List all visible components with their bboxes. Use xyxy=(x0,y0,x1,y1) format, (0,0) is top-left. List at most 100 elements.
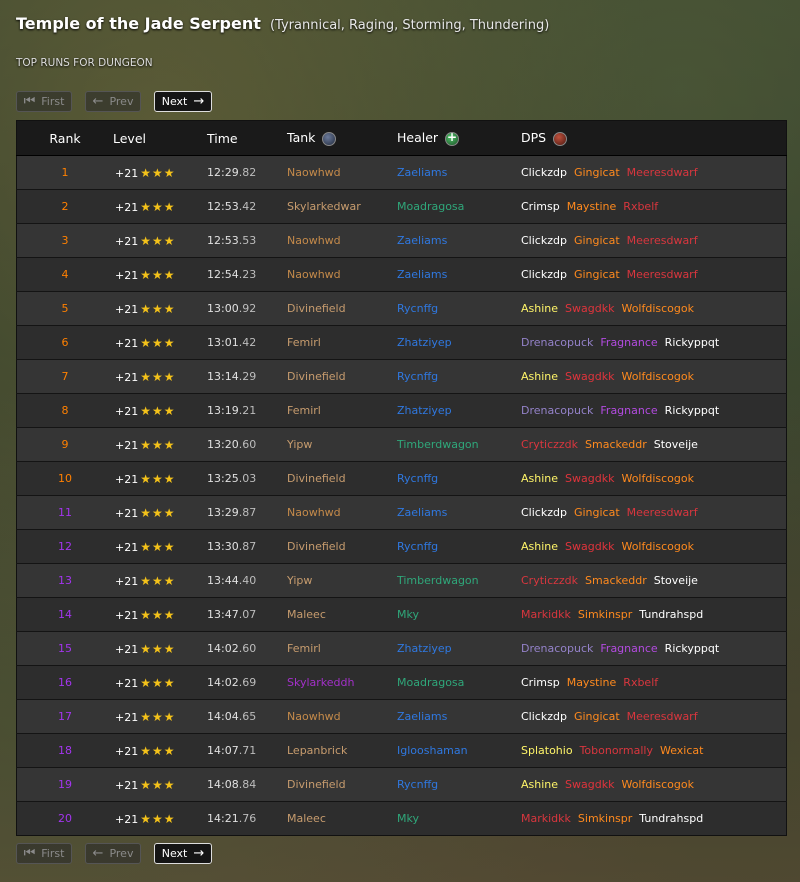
dps-player-link[interactable]: Cryticzzdk xyxy=(521,574,578,587)
dps-player-link[interactable]: Gingicat xyxy=(574,506,620,519)
dps-player-link[interactable]: Tundrahspd xyxy=(639,608,703,621)
dps-player-link[interactable]: Drenacopuck xyxy=(521,404,593,417)
healer-player-link[interactable]: Zaeliams xyxy=(397,166,447,179)
table-row[interactable]: 10 +21 ★★★ 13:25.03 Divinefield Rycnffg Ashine… xyxy=(16,461,787,496)
tank-player-link[interactable]: Divinefield xyxy=(287,540,346,553)
table-row[interactable]: 12 +21 ★★★ 13:30.87 Divinefield Rycnffg Ashine… xyxy=(16,529,787,564)
healer-player-link[interactable]: Mky xyxy=(397,812,419,825)
tank-player-link[interactable]: Yipw xyxy=(287,438,312,451)
dps-player-link[interactable]: Simkinspr xyxy=(578,812,632,825)
healer-player-link[interactable]: Mky xyxy=(397,608,419,621)
healer-player-link[interactable]: Timberdwagon xyxy=(397,574,479,587)
dps-player-link[interactable]: Swagdkk xyxy=(565,302,614,315)
dps-player-link[interactable]: Wolfdiscogok xyxy=(621,472,694,485)
tank-player-link[interactable]: Skylarkeddh xyxy=(287,676,354,689)
healer-player-link[interactable]: Rycnffg xyxy=(397,472,438,485)
dps-player-link[interactable]: Fragnance xyxy=(600,642,657,655)
tank-player-link[interactable]: Femirl xyxy=(287,642,321,655)
table-row[interactable]: 5 +21 ★★★ 13:00.92 Divinefield Rycnffg Ashine S… xyxy=(16,291,787,326)
next-page-button-bottom[interactable]: Next → xyxy=(154,843,212,864)
healer-player-link[interactable]: Timberdwagon xyxy=(397,438,479,451)
dps-player-link[interactable]: Markidkk xyxy=(521,812,571,825)
dps-player-link[interactable]: Clickzdp xyxy=(521,268,567,281)
tank-player-link[interactable]: Naowhwd xyxy=(287,234,341,247)
dps-player-link[interactable]: Swagdkk xyxy=(565,370,614,383)
dps-player-link[interactable]: Ashine xyxy=(521,370,558,383)
table-row[interactable]: 8 +21 ★★★ 13:19.21 Femirl Zhatziyep Drenacopuc… xyxy=(16,393,787,428)
dps-player-link[interactable]: Clickzdp xyxy=(521,234,567,247)
healer-player-link[interactable]: Zaeliams xyxy=(397,234,447,247)
dps-player-link[interactable]: Rickyppqt xyxy=(665,404,720,417)
tank-player-link[interactable]: Skylarkedwar xyxy=(287,200,361,213)
dps-player-link[interactable]: Fragnance xyxy=(600,404,657,417)
dps-player-link[interactable]: Ashine xyxy=(521,472,558,485)
dps-player-link[interactable]: Simkinspr xyxy=(578,608,632,621)
tank-player-link[interactable]: Divinefield xyxy=(287,778,346,791)
table-row[interactable]: 14 +21 ★★★ 13:47.07 Maleec Mky Markidkk Simkins… xyxy=(16,597,787,632)
dps-player-link[interactable]: Cryticzzdk xyxy=(521,438,578,451)
dps-player-link[interactable]: Stoveije xyxy=(654,574,698,587)
tank-player-link[interactable]: Femirl xyxy=(287,336,321,349)
table-row[interactable]: 18 +21 ★★★ 14:07.71 Lepanbrick Iglooshaman Spl… xyxy=(16,733,787,768)
tank-player-link[interactable]: Yipw xyxy=(287,574,312,587)
tank-player-link[interactable]: Divinefield xyxy=(287,472,346,485)
dps-player-link[interactable]: Maystine xyxy=(567,200,617,213)
dps-player-link[interactable]: Ashine xyxy=(521,540,558,553)
table-row[interactable]: 20 +21 ★★★ 14:21.76 Maleec Mky Markidkk Simkins… xyxy=(16,801,787,836)
dps-player-link[interactable]: Gingicat xyxy=(574,268,620,281)
table-row[interactable]: 6 +21 ★★★ 13:01.42 Femirl Zhatziyep Drenacopuc… xyxy=(16,325,787,360)
dps-player-link[interactable]: Meeresdwarf xyxy=(627,710,698,723)
table-row[interactable]: 17 +21 ★★★ 14:04.65 Naowhwd Zaeliams Clickzdp G… xyxy=(16,699,787,734)
first-page-button-bottom[interactable]: ⏮ First xyxy=(16,843,72,864)
healer-player-link[interactable]: Zaeliams xyxy=(397,710,447,723)
tank-player-link[interactable]: Maleec xyxy=(287,608,326,621)
dps-player-link[interactable]: Markidkk xyxy=(521,608,571,621)
healer-player-link[interactable]: Rycnffg xyxy=(397,370,438,383)
healer-player-link[interactable]: Rycnffg xyxy=(397,778,438,791)
healer-player-link[interactable]: Moadragosa xyxy=(397,676,464,689)
healer-player-link[interactable]: Zhatziyep xyxy=(397,336,452,349)
healer-player-link[interactable]: Iglooshaman xyxy=(397,744,468,757)
table-row[interactable]: 11 +21 ★★★ 13:29.87 Naowhwd Zaeliams Clickzdp G… xyxy=(16,495,787,530)
dps-player-link[interactable]: Swagdkk xyxy=(565,778,614,791)
tank-player-link[interactable]: Naowhwd xyxy=(287,166,341,179)
dps-player-link[interactable]: Gingicat xyxy=(574,710,620,723)
tank-player-link[interactable]: Maleec xyxy=(287,812,326,825)
table-row[interactable]: 7 +21 ★★★ 13:14.29 Divinefield Rycnffg Ashine S… xyxy=(16,359,787,394)
dps-player-link[interactable]: Meeresdwarf xyxy=(627,166,698,179)
tank-player-link[interactable]: Femirl xyxy=(287,404,321,417)
dps-player-link[interactable]: Gingicat xyxy=(574,166,620,179)
healer-player-link[interactable]: Rycnffg xyxy=(397,302,438,315)
table-row[interactable]: 4 +21 ★★★ 12:54.23 Naowhwd Zaeliams Clickzdp Gi… xyxy=(16,257,787,292)
healer-player-link[interactable]: Zaeliams xyxy=(397,268,447,281)
table-row[interactable]: 3 +21 ★★★ 12:53.53 Naowhwd Zaeliams Clickzdp Gi… xyxy=(16,223,787,258)
dps-player-link[interactable]: Wolfdiscogok xyxy=(621,778,694,791)
dps-player-link[interactable]: Crimsp xyxy=(521,200,560,213)
table-row[interactable]: 15 +21 ★★★ 14:02.60 Femirl Zhatziyep Drenacopu… xyxy=(16,631,787,666)
first-page-button[interactable]: ⏮ First xyxy=(16,91,72,112)
table-row[interactable]: 9 +21 ★★★ 13:20.60 Yipw Timberdwagon Cryticzzd… xyxy=(16,427,787,462)
healer-player-link[interactable]: Zaeliams xyxy=(397,506,447,519)
tank-player-link[interactable]: Naowhwd xyxy=(287,268,341,281)
dps-player-link[interactable]: Wexicat xyxy=(660,744,703,757)
dps-player-link[interactable]: Meeresdwarf xyxy=(627,268,698,281)
tank-player-link[interactable]: Divinefield xyxy=(287,370,346,383)
dps-player-link[interactable]: Clickzdp xyxy=(521,710,567,723)
next-page-button[interactable]: Next → xyxy=(154,91,212,112)
dps-player-link[interactable]: Crimsp xyxy=(521,676,560,689)
tank-player-link[interactable]: Naowhwd xyxy=(287,710,341,723)
dps-player-link[interactable]: Wolfdiscogok xyxy=(621,370,694,383)
table-row[interactable]: 2 +21 ★★★ 12:53.42 Skylarkedwar Moadragosa Cri… xyxy=(16,189,787,224)
table-row[interactable]: 13 +21 ★★★ 13:44.40 Yipw Timberdwagon Cryticzz… xyxy=(16,563,787,598)
dps-player-link[interactable]: Meeresdwarf xyxy=(627,234,698,247)
dps-player-link[interactable]: Stoveije xyxy=(654,438,698,451)
dps-player-link[interactable]: Meeresdwarf xyxy=(627,506,698,519)
dps-player-link[interactable]: Rickyppqt xyxy=(665,336,720,349)
tank-player-link[interactable]: Naowhwd xyxy=(287,506,341,519)
dps-player-link[interactable]: Drenacopuck xyxy=(521,336,593,349)
prev-page-button[interactable]: ← Prev xyxy=(85,91,141,112)
healer-player-link[interactable]: Moadragosa xyxy=(397,200,464,213)
table-row[interactable]: 19 +21 ★★★ 14:08.84 Divinefield Rycnffg Ashine… xyxy=(16,767,787,802)
healer-player-link[interactable]: Zhatziyep xyxy=(397,404,452,417)
dps-player-link[interactable]: Gingicat xyxy=(574,234,620,247)
